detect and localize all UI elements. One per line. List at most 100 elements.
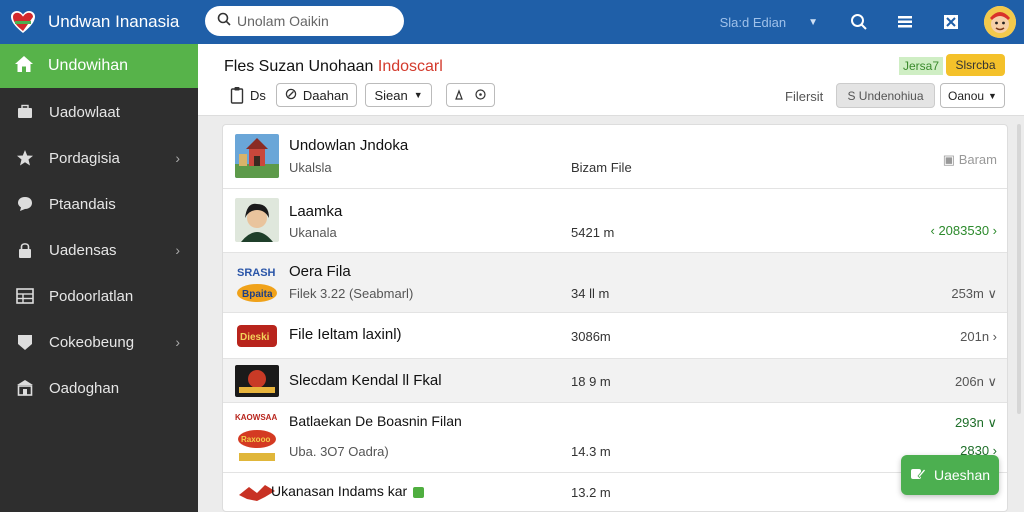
attach-icon (285, 88, 297, 103)
tag-icon (16, 333, 34, 351)
sort-dropdown-label: Oanou (948, 88, 985, 103)
list-item[interactable]: Undowlan Jndoka Ukalsla Bizam File ▣ Bar… (223, 125, 1007, 189)
sidebar-item-3[interactable]: Ptaandais (0, 182, 198, 226)
row-size: 13.2 m (571, 485, 611, 500)
tag-icon (413, 486, 425, 498)
sidebar-item-home[interactable]: Undowihan (0, 44, 198, 88)
row-value[interactable]: ‹ 2083530 › (931, 223, 998, 238)
search-input[interactable] (237, 13, 387, 29)
lock-icon (16, 241, 34, 259)
fab-label: Uaeshan (933, 467, 991, 483)
lock-icon: ▣ (942, 152, 959, 167)
primary-action-button[interactable]: Slsrcba (946, 54, 1005, 76)
row-subtitle: Uba. 3O7 Oadra) (289, 444, 389, 459)
chevron-down-icon: ▼ (988, 90, 997, 101)
castle-thumbnail (235, 134, 279, 178)
content-header: Fles Suzan Unohaan Indoscarl Jersa7 Slsr… (198, 44, 1024, 116)
svg-text:KAOWSAA: KAOWSAA (235, 413, 277, 422)
filter-button[interactable]: S Undenohiua (836, 83, 935, 108)
top-actions: Sla:d Edian ▼ (720, 0, 1024, 44)
row-value[interactable]: 206n ∨ (955, 374, 997, 390)
sidebar-item-2[interactable]: Pordagisia › (0, 136, 198, 180)
row-subtitle: Ukanala (289, 225, 337, 240)
row-value[interactable]: 253m ∨ (951, 286, 997, 302)
red-logo-thumbnail: Dieski (235, 315, 279, 357)
top-select[interactable]: Sla:d Edian ▼ (720, 15, 818, 30)
table-icon (16, 287, 34, 305)
toolbar-text: Ds (250, 87, 266, 103)
sidebar-item-1[interactable]: Uadowlaat (0, 90, 198, 134)
filter-tools-button[interactable] (445, 83, 495, 107)
chevron-right-icon: › (175, 334, 180, 350)
sidebar-item-label: Cokeobeung (49, 333, 135, 351)
portrait-thumbnail (235, 198, 279, 242)
star-icon (16, 149, 34, 167)
list-item[interactable]: Laamka Ukanala 5421 m ‹ 2083530 › (223, 189, 1007, 253)
brand[interactable]: Undwan Inanasia (0, 7, 198, 37)
svg-text:SRASH: SRASH (237, 267, 276, 279)
sidebar-item-5[interactable]: Podoorlatlan (0, 274, 198, 318)
edit-icon (910, 467, 927, 484)
row-status-text: Baram (958, 152, 997, 167)
oadmon-button-label: Daahan (302, 87, 349, 103)
sidebar-item-7[interactable]: Oadoghan (0, 366, 198, 410)
sidebar: Undowihan Uadowlaat Pordagisia › Ptaandais U… (0, 44, 198, 512)
row-value[interactable]: 293n ∨ (955, 415, 997, 431)
list-item[interactable]: SRASH Bpaita Oera Fila Filek 3.22 (Seabma… (223, 253, 1007, 313)
clipboard-icon[interactable] (228, 84, 246, 106)
avatar[interactable] (984, 6, 1016, 38)
sidebar-item-label: Pordagisia (49, 149, 120, 167)
chevron-right-icon: › (175, 242, 180, 258)
sean-dropdown[interactable]: Siean ▼ (365, 83, 432, 107)
sidebar-item-6[interactable]: Cokeobeung › (0, 320, 198, 364)
svg-text:Raxooo: Raxooo (241, 435, 270, 444)
row-subtitle: Ukalsla (289, 160, 332, 175)
pencil-icon (454, 88, 469, 103)
sidebar-item-label: Podoorlatlan (49, 287, 134, 305)
row-title: File Ieltam laxinl) (289, 326, 402, 343)
list-item[interactable]: KAOWSAA Raxooo Batlaekan De Boasnin Filan… (223, 403, 1007, 473)
chat-icon (16, 195, 34, 213)
row-title: Laamka (289, 203, 343, 220)
sidebar-item-4[interactable]: Uadensas › (0, 228, 198, 272)
row-size: 5421 m (571, 225, 615, 240)
search-icon[interactable] (846, 9, 872, 35)
dark-logo-thumbnail (235, 365, 279, 397)
top-select-label: Sla:d Edian (719, 14, 787, 30)
row-size: 18 9 m (571, 374, 611, 389)
page-title: Fles Suzan Unohaan Indoscarl (224, 58, 443, 76)
page-title-main: Fles Suzan Unohaan (224, 58, 374, 75)
list-item[interactable]: Slecdam Kendal ll Fkal 18 9 m 206n ∨ (223, 359, 1007, 403)
oadmon-button[interactable]: Daahan (275, 83, 358, 107)
app-title: Undwan Inanasia (48, 12, 180, 31)
chevron-down-icon: ▼ (413, 90, 423, 100)
row-title: Oera Fila (289, 263, 351, 280)
list-item[interactable]: Ukanasan Indams kar 13.2 m (223, 473, 1007, 511)
building-icon (16, 379, 34, 397)
grid-icon[interactable] (938, 9, 964, 35)
row-size: 14.3 m (571, 444, 611, 459)
row-value[interactable]: 201n › (960, 329, 997, 344)
sidebar-item-label: Oadoghan (49, 379, 120, 397)
list-icon[interactable] (892, 9, 918, 35)
search-icon (217, 12, 231, 31)
row-title: Ukanasan Indams kar (271, 483, 425, 499)
row-size: 3086m (571, 329, 611, 344)
sidebar-item-label: Uadensas (49, 241, 117, 259)
brand-logo-thumbnail: SRASH Bpaita (235, 261, 279, 305)
row-title-text: Ukanasan Indams kar (271, 483, 408, 499)
search-box[interactable] (205, 6, 404, 36)
list-item[interactable]: Dieski File Ieltam laxinl) 3086m 201n › (223, 313, 1007, 359)
chevron-right-icon: › (175, 150, 180, 166)
page-title-accent: Indoscarl (377, 58, 443, 75)
heart-flag-icon (8, 7, 38, 37)
floating-action-button[interactable]: Uaeshan (901, 455, 999, 495)
row-subtitle: Filek 3.22 (Seabmarl) (289, 286, 414, 301)
row-size: Bizam File (571, 160, 632, 175)
toolbar: Ds Daahan Siean ▼ (228, 83, 503, 107)
file-list: Undowlan Jndoka Ukalsla Bizam File ▣ Bar… (222, 124, 1008, 512)
scrollbar[interactable] (1017, 124, 1021, 414)
row-size: 34 ll m (571, 286, 610, 301)
multi-logo-thumbnail: KAOWSAA Raxooo (235, 411, 279, 467)
sort-dropdown[interactable]: Oanou ▼ (940, 83, 1005, 108)
